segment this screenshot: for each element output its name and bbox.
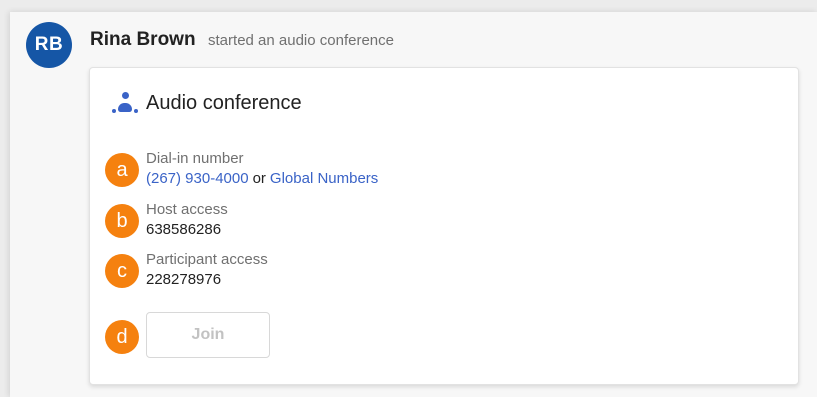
callout-badge-c: c xyxy=(105,254,139,288)
callout-badge-a: a xyxy=(105,153,139,187)
join-button[interactable]: Join xyxy=(146,312,270,358)
host-access-value: 638586286 xyxy=(146,221,222,238)
participant-access-value: 228278976 xyxy=(146,271,222,288)
callout-badge-b: b xyxy=(105,204,139,238)
avatar[interactable]: RB xyxy=(26,22,72,68)
participant-access-label: Participant access xyxy=(146,251,268,268)
dial-in-value: (267) 930-4000 or Global Numbers xyxy=(146,169,378,189)
card-title-text: Audio conference xyxy=(146,91,302,114)
host-access-field: Host access 638586286 xyxy=(146,200,228,240)
avatar-initials: RB xyxy=(34,34,64,55)
author-name[interactable]: Rina Brown xyxy=(90,29,196,50)
card-title: Audio conference xyxy=(112,90,302,116)
message-header: Rina Brown started an audio conference xyxy=(90,29,394,51)
or-text: or xyxy=(252,170,266,187)
host-access-label: Host access xyxy=(146,201,228,218)
participant-access-field: Participant access 228278976 xyxy=(146,250,268,290)
global-numbers-link[interactable]: Global Numbers xyxy=(270,170,378,187)
audio-conference-card: Audio conference Dial-in number (267) 93… xyxy=(89,67,799,385)
audio-conference-icon xyxy=(112,90,138,116)
dial-in-phone-link[interactable]: (267) 930-4000 xyxy=(146,170,249,187)
dial-in-field: Dial-in number (267) 930-4000 or Global Nu… xyxy=(146,149,378,189)
dial-in-label: Dial-in number xyxy=(146,150,244,167)
callout-badge-d: d xyxy=(105,320,139,354)
message-action-text: started an audio conference xyxy=(208,32,394,49)
